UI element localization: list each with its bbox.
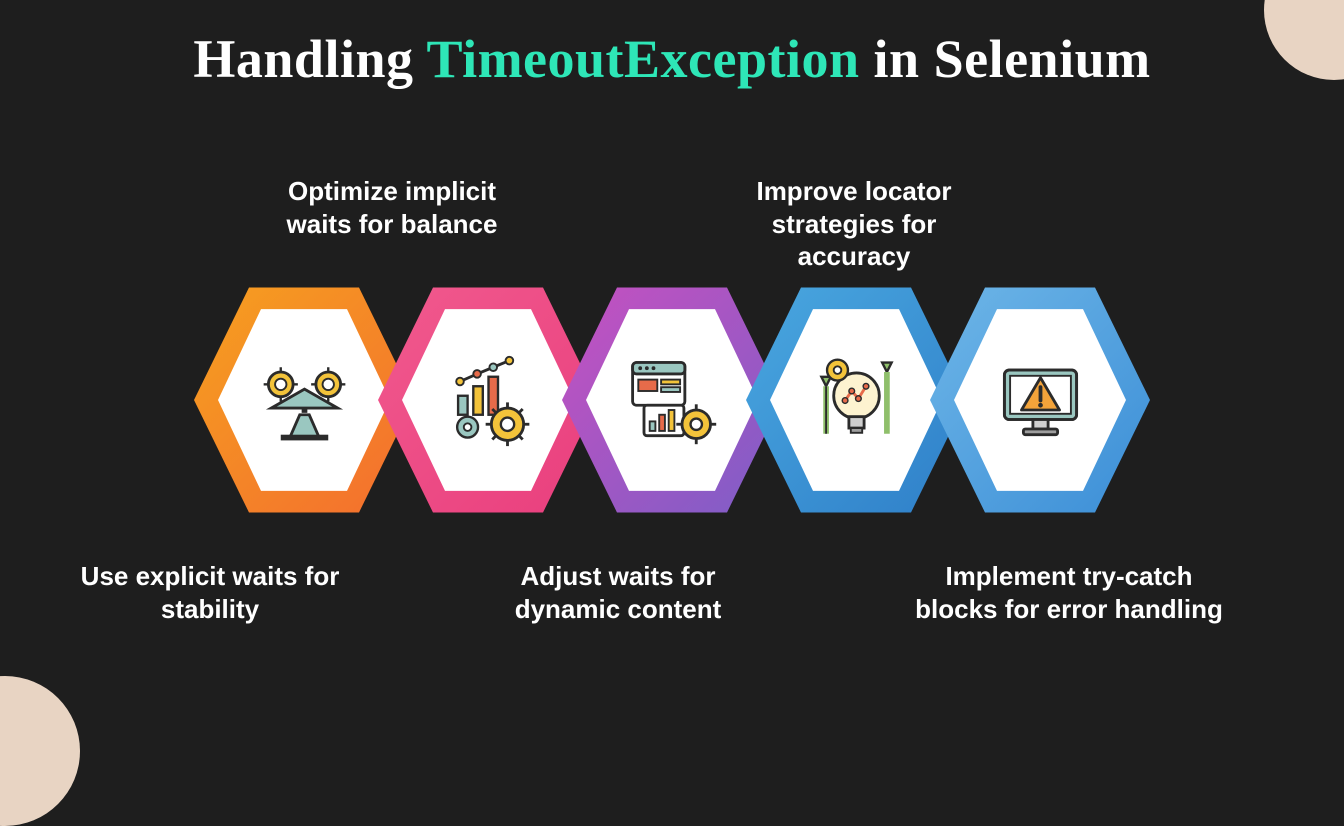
idea-growth-icon (809, 353, 904, 448)
analytics-gears-icon (441, 353, 536, 448)
item-label-5: Implement try-catch blocks for error han… (904, 560, 1234, 625)
hexagon-row (212, 275, 1132, 525)
item-label-1: Use explicit waits for stability (80, 560, 340, 625)
item-label-3: Adjust waits for dynamic content (488, 560, 748, 625)
item-label-4: Improve locator strategies for accuracy (724, 175, 984, 273)
hexagon-5 (930, 275, 1150, 525)
page-title: Handling TimeoutException in Selenium (0, 28, 1344, 90)
title-highlight: TimeoutException (427, 29, 860, 89)
item-label-2: Optimize implicit waits for balance (262, 175, 522, 240)
dashboard-browser-icon (625, 353, 720, 448)
balance-scale-icon (257, 353, 352, 448)
monitor-warning-icon (993, 353, 1088, 448)
title-suffix: in Selenium (860, 29, 1151, 89)
title-prefix: Handling (193, 29, 426, 89)
hexagon-diagram: Optimize implicit waits for balance Impr… (0, 160, 1344, 720)
